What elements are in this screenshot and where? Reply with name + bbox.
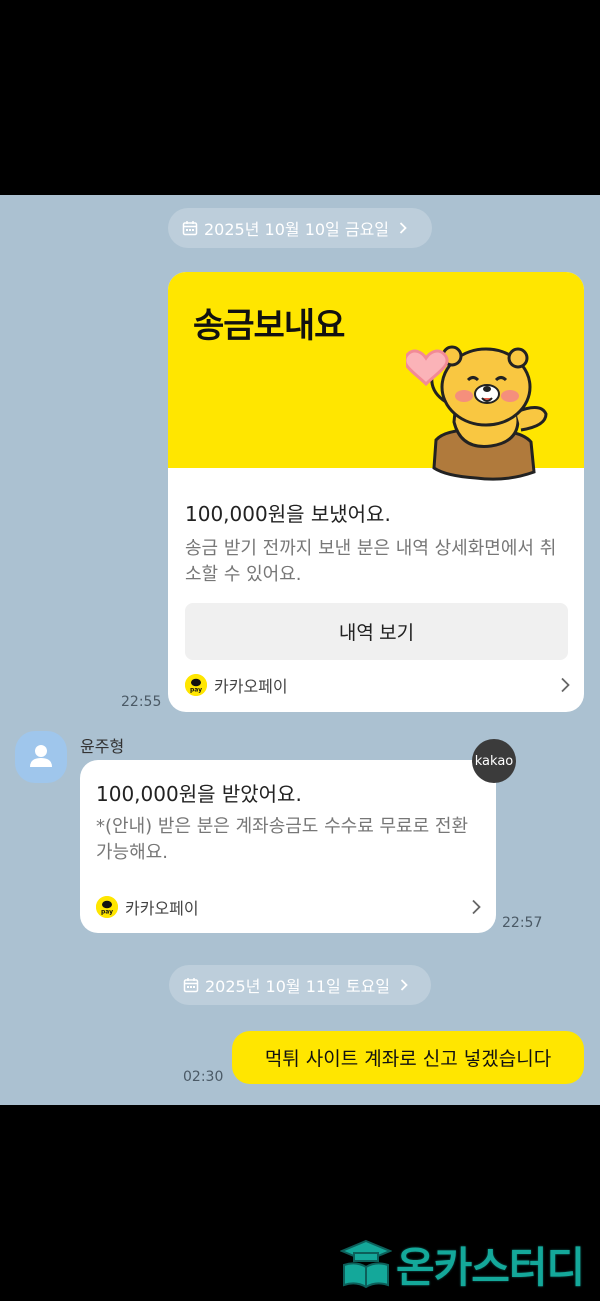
message-time: 02:30 [183,1069,224,1085]
default-profile-icon [30,745,52,767]
calendar-icon [183,978,199,993]
transfer-received-card[interactable]: 100,000원을 받았어요. *(안내) 받은 분은 계좌송금도 수수료 무료… [80,760,496,933]
date-separator[interactable]: 2025년 10월 10일 금요일 [168,208,432,248]
transfer-description: 송금 받기 전까지 보낸 분은 내역 상세화면에서 취소할 수 있어요. [185,538,557,585]
kakaopay-footer[interactable]: pay 카카오페이 [96,895,481,919]
received-amount: 100,000원을 받았어요. [96,782,302,806]
card-header: 송금보내요 [168,272,584,481]
svg-text:pay: pay [190,687,202,694]
kakaopay-logo-icon: pay [185,674,207,696]
watermark: 온카스터디 [340,1236,585,1292]
kakaopay-logo-icon: pay [96,896,118,918]
chevron-right-icon [561,677,570,693]
svg-text:pay: pay [101,909,113,916]
view-history-button[interactable]: 내역 보기 [185,603,568,660]
date-label: 2025년 10월 10일 금요일 [204,220,390,239]
date-separator[interactable]: 2025년 10월 11일 토요일 [169,965,431,1005]
date-label: 2025년 10월 11일 토요일 [205,977,391,996]
provider-name: 카카오페이 [214,677,288,696]
calendar-icon [182,221,198,236]
transfer-amount: 100,000원을 보냈어요. [185,502,391,526]
provider-name: 카카오페이 [125,899,199,918]
message-text: 먹튀 사이트 계좌로 신고 넣겠습니다 [264,1048,552,1070]
sender-name: 윤주형 [80,737,125,756]
watermark-text: 온카스터디 [396,1242,585,1292]
graduation-book-icon [340,1239,392,1289]
avatar[interactable] [15,731,67,783]
chevron-right-icon [400,979,408,991]
message-time: 22:57 [502,915,543,931]
my-message-bubble[interactable]: 먹튀 사이트 계좌로 신고 넣겠습니다 [232,1031,584,1084]
kakao-badge: kakao [472,739,516,783]
chevron-right-icon [472,899,481,915]
bear-heart-illustration [406,345,548,481]
chevron-right-icon [399,222,407,234]
message-time: 22:55 [121,694,162,710]
transfer-sent-card[interactable]: 송금보내요 100,000원을 보냈어요. 송금 받기 전까지 보낸 분은 내역… [168,272,584,712]
received-description: *(안내) 받은 분은 계좌송금도 수수료 무료로 전환 가능해요. [96,816,469,863]
kakaopay-footer[interactable]: pay 카카오페이 [185,673,570,697]
card-title: 송금보내요 [193,306,345,346]
